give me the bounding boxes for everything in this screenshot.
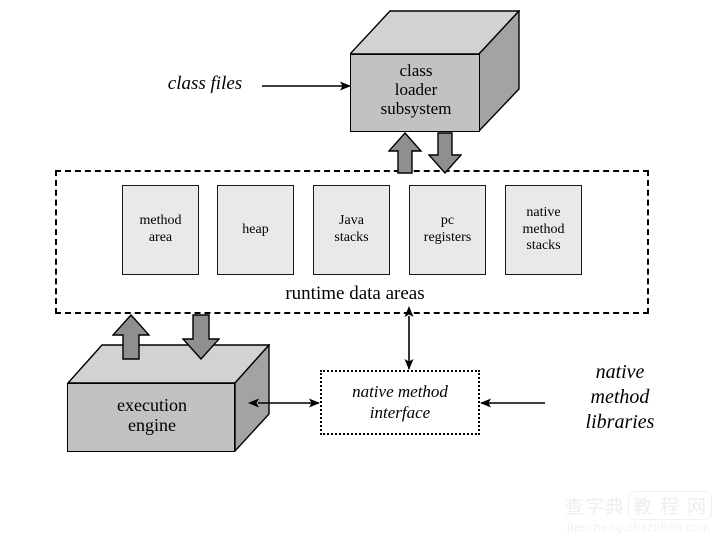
watermark: 查字典教 程 网 jiaocheng.chazidian.com — [565, 491, 712, 534]
runtime-box-pc-registers-label: pc registers — [423, 213, 472, 245]
runtime-data-areas-caption: runtime data areas — [285, 283, 425, 304]
loader-down-block-arrow — [428, 132, 462, 174]
engine-down-block-arrow — [182, 314, 220, 360]
class-loader-front-face: class loader subsystem — [350, 54, 480, 132]
watermark-brand: 查字典教 程 网 — [565, 491, 712, 520]
native-method-interface-label: native method interface — [352, 382, 448, 422]
native-method-interface-box[interactable]: native method interface — [320, 370, 480, 435]
class-loader-side-face — [478, 10, 520, 132]
runtime-box-native-method-stacks[interactable]: native method stacks — [505, 185, 582, 275]
watermark-url: jiaocheng.chazidian.com — [566, 521, 710, 534]
execution-engine-front-face: execution engine — [67, 383, 235, 452]
class-files-label: class files — [167, 73, 243, 94]
execution-engine-label: execution engine — [117, 395, 187, 436]
jvm-architecture-diagram: class files class loader subsystem metho… — [0, 0, 720, 540]
class-loader-subsystem-box: class loader subsystem — [350, 10, 520, 132]
engine-up-block-arrow — [112, 314, 150, 360]
watermark-brand-left: 查字典 — [564, 496, 625, 518]
execution-engine-box: execution engine — [67, 344, 270, 452]
runtime-box-java-stacks-label: Java stacks — [334, 213, 369, 245]
runtime-box-heap-label: heap — [242, 221, 269, 237]
execution-engine-side-face — [234, 344, 270, 452]
runtime-box-native-method-stacks-label: native method stacks — [522, 205, 565, 254]
runtime-box-pc-registers[interactable]: pc registers — [409, 185, 486, 275]
class-loader-label: class loader subsystem — [380, 61, 452, 119]
watermark-brand-boxed: 教 程 网 — [627, 491, 712, 520]
runtime-box-heap[interactable]: heap — [217, 185, 294, 275]
native-method-libraries-label: native method libraries — [585, 361, 655, 433]
runtime-box-method-area[interactable]: method area — [122, 185, 199, 275]
runtime-box-method-area-label: method area — [139, 213, 182, 245]
loader-up-block-arrow — [388, 132, 422, 174]
runtime-box-java-stacks[interactable]: Java stacks — [313, 185, 390, 275]
